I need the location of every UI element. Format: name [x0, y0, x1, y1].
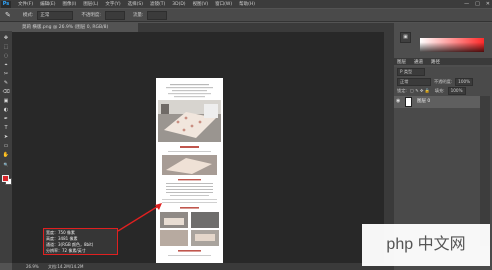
- marquee-tool-icon[interactable]: ⬚: [2, 44, 10, 51]
- path-select-tool-icon[interactable]: ➤: [2, 134, 10, 141]
- tab-paths[interactable]: 路径: [431, 59, 440, 65]
- tools-panel: ✥ ⬚ ◌ ⌖ ✂ ✎ ⌫ ▣ ◐ ✒ T ➤ ▭ ✋ 🔍: [0, 31, 12, 263]
- flow-label: 流量:: [132, 13, 144, 18]
- layer-thumbnail: [405, 97, 412, 107]
- document-image[interactable]: [156, 78, 223, 264]
- watermark-logo: php 中文网: [362, 224, 490, 266]
- blend-mode-select[interactable]: 正常: [397, 77, 431, 86]
- hand-tool-icon[interactable]: ✋: [2, 152, 10, 159]
- menu-help[interactable]: 帮助(H): [239, 1, 255, 7]
- dodge-tool-icon[interactable]: ◐: [2, 107, 10, 114]
- info-resolution: 分辨率：72 像素/英寸: [46, 248, 86, 253]
- color-picker-shade: [420, 38, 484, 52]
- move-tool-icon[interactable]: ✥: [2, 35, 10, 42]
- pen-tool-icon[interactable]: ✒: [2, 116, 10, 123]
- layer-name[interactable]: 图层 0: [417, 97, 430, 107]
- minimize-button[interactable]: —: [464, 1, 469, 7]
- menu-filter[interactable]: 滤镜(T): [150, 1, 165, 7]
- zoom-tool-icon[interactable]: 🔍: [2, 161, 10, 168]
- menu-type[interactable]: 文字(Y): [105, 1, 120, 7]
- fill-input[interactable]: 100%: [447, 86, 466, 95]
- type-tool-icon[interactable]: T: [2, 125, 10, 132]
- photoshop-logo-icon: Ps: [1, 0, 11, 8]
- document-size: 文档:14.2M/14.2M: [48, 264, 84, 269]
- maximize-button[interactable]: □: [475, 1, 480, 7]
- brush-tool-icon[interactable]: ✎: [5, 11, 11, 19]
- menu-layer[interactable]: 图层(L): [83, 1, 98, 7]
- fill-label: 填充:: [434, 87, 445, 93]
- gradient-tool-icon[interactable]: ▣: [2, 98, 10, 105]
- menu-window[interactable]: 窗口(W): [215, 1, 232, 7]
- shape-tool-icon[interactable]: ▭: [2, 143, 10, 150]
- quick-select-tool-icon[interactable]: ⌖: [2, 62, 10, 69]
- document-tab-bar: 莫莉 横版.png @ 26.9% (图层 0, RGB/8): [18, 23, 384, 32]
- menu-file[interactable]: 文件(F): [18, 1, 33, 7]
- options-bar: ✎ 模式: 正常 不透明度: 流量:: [0, 9, 492, 22]
- close-button[interactable]: ✕: [486, 1, 490, 7]
- menu-view[interactable]: 视图(V): [193, 1, 209, 7]
- lock-icons[interactable]: ▢ ✎ ✥ 🔒: [410, 88, 432, 94]
- status-bar: 26.9% 文档:14.2M/14.2M: [12, 263, 384, 270]
- flow-input[interactable]: [147, 10, 168, 20]
- layers-panel-tabs: 图层 通道 路径: [394, 58, 492, 65]
- menu-3d[interactable]: 3D(D): [172, 2, 185, 7]
- color-swatch-icon[interactable]: ▣: [400, 32, 411, 43]
- brush-tool-icon[interactable]: ✎: [2, 80, 10, 87]
- opacity-label: 不透明度:: [81, 13, 101, 18]
- zoom-readout[interactable]: 26.9%: [26, 264, 39, 269]
- eraser-tool-icon[interactable]: ⌫: [2, 89, 10, 96]
- window-controls: — □ ✕: [464, 0, 490, 8]
- lock-label: 锁定:: [397, 87, 407, 93]
- layers-filter-row: P 类型: [397, 67, 425, 76]
- lock-row: 锁定: ▢ ✎ ✥ 🔒 填充: 100%: [397, 86, 466, 95]
- crop-tool-icon[interactable]: ✂: [2, 71, 10, 78]
- mode-select[interactable]: 正常: [37, 10, 74, 20]
- menu-edit[interactable]: 编辑(E): [40, 1, 55, 7]
- poster-artwork: [156, 78, 223, 264]
- menu-image[interactable]: 图像(I): [62, 1, 76, 7]
- menu-select[interactable]: 选择(S): [128, 1, 143, 7]
- foreground-color-swatch[interactable]: [2, 175, 9, 182]
- tab-channels[interactable]: 通道: [414, 59, 423, 65]
- layer-opacity-input[interactable]: 100%: [455, 77, 474, 86]
- layer-filter-select[interactable]: P 类型: [397, 67, 425, 76]
- lasso-tool-icon[interactable]: ◌: [2, 53, 10, 60]
- visibility-eye-icon[interactable]: ◉: [396, 98, 402, 104]
- opacity-input[interactable]: [104, 10, 125, 20]
- blend-row: 正常 不透明度: 100%: [397, 77, 474, 86]
- mode-label: 模式:: [22, 13, 34, 18]
- tab-layers[interactable]: 图层: [397, 59, 406, 65]
- document-tab[interactable]: 莫莉 横版.png @ 26.9% (图层 0, RGB/8): [18, 23, 138, 32]
- layer-opacity-label: 不透明度:: [434, 78, 453, 84]
- menu-bar: Ps 文件(F) 编辑(E) 图像(I) 图层(L) 文字(Y) 选择(S) 滤…: [0, 0, 492, 8]
